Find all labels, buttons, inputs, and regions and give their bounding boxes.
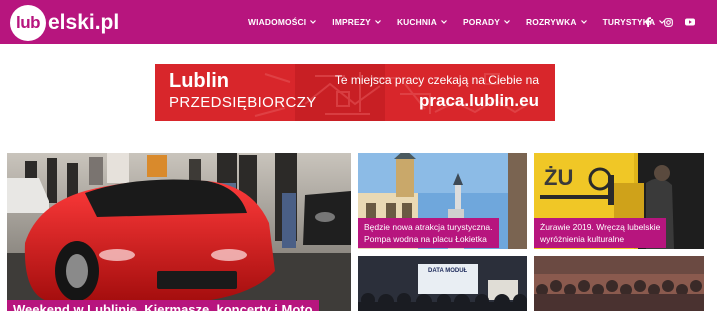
article-title[interactable]: Weekend w Lublinie. Kiermasze, koncerty … xyxy=(7,300,319,311)
banner-url[interactable]: praca.lublin.eu xyxy=(419,91,539,111)
instagram-icon[interactable] xyxy=(664,17,673,27)
banner-subtitle: PRZEDSIĘBIORCZY xyxy=(169,94,317,111)
article-card-main[interactable]: Weekend w Lublinie. Kiermasze, koncerty … xyxy=(7,153,351,311)
nav-item-kuchnia[interactable]: KUCHNIA xyxy=(397,0,447,44)
article-card-cranes[interactable]: ŻU Żurawie 2019. Wręczą lubelskie wyróżn… xyxy=(534,153,704,249)
article-title-line: wyróżnienia kulturalne xyxy=(540,234,625,244)
article-card-event[interactable]: DATA MODUŁ xyxy=(358,256,527,311)
social-links xyxy=(644,0,707,44)
article-image-car xyxy=(7,153,351,311)
article-title[interactable]: Żurawie 2019. Wręczą lubelskie wyróżnien… xyxy=(534,218,667,248)
nav-label: IMPREZY xyxy=(332,17,371,27)
article-title-line: Żurawie 2019. Wręczą lubelskie xyxy=(540,222,661,232)
banner-city: Lublin xyxy=(169,70,229,92)
banner-tagline: Te miejsca pracy czekają na Ciebie na xyxy=(334,73,539,87)
chevron-down-icon xyxy=(375,20,381,24)
main-nav: WIADOMOŚCI IMPREZY KUCHNIA PORADY ROZRYW… xyxy=(248,0,681,44)
article-title-line: Będzie nowa atrakcja turystyczna. xyxy=(364,222,493,232)
nav-item-rozrywka[interactable]: ROZRYWKA xyxy=(526,0,587,44)
article-image-event xyxy=(358,256,527,311)
nav-item-porady[interactable]: PORADY xyxy=(463,0,510,44)
article-title-line: Pompa wodna na placu Łokietka xyxy=(364,234,487,244)
youtube-icon[interactable] xyxy=(685,18,695,26)
nav-label: ROZRYWKA xyxy=(526,17,577,27)
article-card-crowd[interactable] xyxy=(534,256,704,311)
article-title[interactable]: Będzie nowa atrakcja turystyczna. Pompa … xyxy=(358,218,499,248)
chevron-down-icon xyxy=(441,20,447,24)
article-card-fountain[interactable]: Będzie nowa atrakcja turystyczna. Pompa … xyxy=(358,153,527,249)
nav-label: PORADY xyxy=(462,17,500,27)
ad-banner[interactable]: Lublin PRZEDSIĘBIORCZY Te miejsca pracy … xyxy=(155,64,555,121)
article-image-crowd xyxy=(534,256,704,311)
facebook-icon[interactable] xyxy=(644,17,652,27)
site-header: lub elski.pl WIADOMOŚCI IMPREZY KUCHNIA … xyxy=(0,0,717,44)
chevron-down-icon xyxy=(580,20,587,24)
nav-label: KUCHNIA xyxy=(396,17,437,27)
nav-item-imprezy[interactable]: IMPREZY xyxy=(332,0,381,44)
chevron-down-icon xyxy=(310,20,317,24)
logo-text: elski.pl xyxy=(48,11,120,34)
logo-circle: lub xyxy=(10,5,46,41)
event-screen-text: DATA MODUŁ xyxy=(428,268,468,274)
nav-label: WIADOMOŚCI xyxy=(248,17,307,27)
nav-item-wiadomosci[interactable]: WIADOMOŚCI xyxy=(248,0,317,44)
chevron-down-icon xyxy=(504,20,510,24)
svg-text:ŻU: ŻU xyxy=(544,165,573,190)
